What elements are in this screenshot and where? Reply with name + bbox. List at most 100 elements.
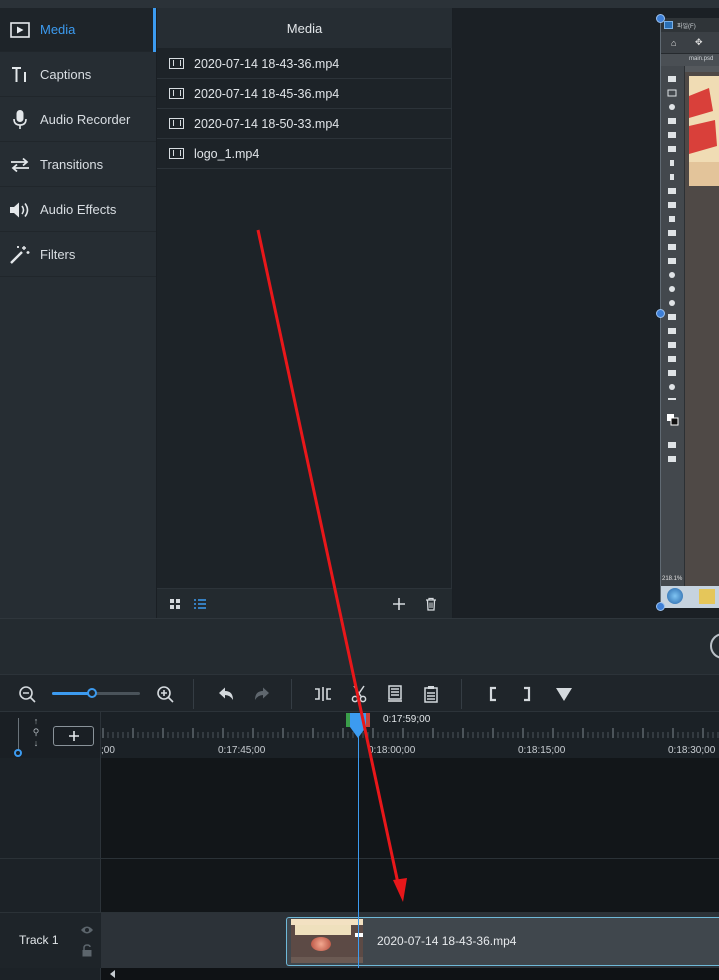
timeline-controls: ↑ ⚲ ↓ xyxy=(0,712,101,758)
timeline-toolbar xyxy=(0,674,719,712)
paste-icon[interactable] xyxy=(420,683,442,705)
zoom-slider-fill xyxy=(52,692,92,695)
media-file-name: logo_1.mp4 xyxy=(194,146,260,161)
sidebar-item-media[interactable]: Media xyxy=(0,8,156,52)
zoom-out-icon[interactable] xyxy=(16,683,38,705)
track-divider xyxy=(0,858,719,859)
toolbar-divider xyxy=(193,679,194,709)
redo-icon[interactable] xyxy=(251,683,273,705)
media-file-item[interactable]: 2020-07-14 18-50-33.mp4 xyxy=(157,109,452,139)
media-file-item[interactable]: logo_1.mp4 xyxy=(157,139,452,169)
add-media-icon[interactable] xyxy=(390,595,408,613)
trash-icon[interactable] xyxy=(422,595,440,613)
zoom-slider-knob[interactable] xyxy=(86,688,97,698)
top-strip xyxy=(0,0,719,8)
track-height-slider[interactable] xyxy=(14,749,22,757)
resize-handle[interactable] xyxy=(656,602,665,611)
grid-view-icon[interactable] xyxy=(166,595,184,613)
playhead-line xyxy=(358,726,359,968)
sidebar-item-filters[interactable]: Filters xyxy=(0,233,156,277)
track-height-icon[interactable]: ↑ ⚲ ↓ xyxy=(30,716,42,749)
folder-icon[interactable] xyxy=(699,589,715,604)
taskbar xyxy=(661,586,719,608)
sidebar-item-label: Filters xyxy=(40,247,76,262)
magic-wand-icon xyxy=(0,245,40,265)
clip-label: 2020-07-14 18-43-36.mp4 xyxy=(377,934,517,948)
sidebar-item-label: Captions xyxy=(40,67,92,82)
media-file-item[interactable]: 2020-07-14 18-43-36.mp4 xyxy=(157,49,452,79)
plus-icon xyxy=(68,731,79,741)
app-options-bar: ⌂ ✥ xyxy=(661,32,719,54)
list-view-icon[interactable] xyxy=(191,595,209,613)
toolbar-divider xyxy=(291,679,292,709)
tools-icons xyxy=(667,76,679,462)
lock-icon[interactable] xyxy=(81,944,93,962)
film-icon xyxy=(169,118,184,129)
horizontal-scrollbar[interactable] xyxy=(101,968,719,980)
film-icon xyxy=(169,88,184,99)
copy-icon[interactable] xyxy=(384,683,406,705)
zoom-slider[interactable] xyxy=(52,688,140,698)
transitions-icon xyxy=(0,157,40,173)
film-icon xyxy=(169,148,184,159)
resize-handle[interactable] xyxy=(656,309,665,318)
captions-icon xyxy=(0,66,40,84)
tools-panel: 218.1% xyxy=(661,66,685,586)
zoom-in-icon[interactable] xyxy=(154,683,176,705)
mark-out-icon[interactable] xyxy=(516,683,538,705)
media-file-name: 2020-07-14 18-45-36.mp4 xyxy=(194,86,340,101)
ruler-label: 0:18:00;00 xyxy=(368,745,416,756)
ruler-label: 0:18:15;00 xyxy=(518,745,566,756)
media-file-name: 2020-07-14 18-43-36.mp4 xyxy=(194,56,340,71)
app-logo-icon xyxy=(664,21,673,29)
sidebar-item-label: Transitions xyxy=(40,157,104,172)
media-file-item[interactable]: 2020-07-14 18-45-36.mp4 xyxy=(157,79,452,109)
playhead-time: 0:17:59;00 xyxy=(383,714,431,725)
sidebar-item-audio-effects[interactable]: Audio Effects xyxy=(0,188,156,232)
track-label: Track 1 xyxy=(19,933,59,947)
media-icon xyxy=(0,21,40,38)
clip-thumbnail xyxy=(291,919,363,963)
sidebar: Media Captions Audio Recorder Transition… xyxy=(0,8,156,618)
scroll-left-icon[interactable] xyxy=(109,970,117,978)
ruler-label: 0:18:30;00 xyxy=(668,745,716,756)
media-panel: Media 2020-07-14 18-43-36.mp4 2020-07-14… xyxy=(157,8,452,618)
ruler-ticks xyxy=(102,728,719,738)
start-button-icon[interactable] xyxy=(667,588,683,604)
sidebar-item-audio-recorder[interactable]: Audio Recorder xyxy=(0,98,156,142)
sidebar-item-label: Audio Recorder xyxy=(40,112,131,127)
media-panel-title: Media xyxy=(157,8,452,48)
resize-handle[interactable] xyxy=(656,14,665,23)
cut-icon[interactable] xyxy=(348,683,370,705)
track-header: Track 1 xyxy=(0,913,101,968)
add-track-button[interactable] xyxy=(53,726,94,746)
timeline-clip[interactable]: 2020-07-14 18-43-36.mp4 xyxy=(286,917,719,966)
speaker-icon xyxy=(0,201,40,219)
undo-icon[interactable] xyxy=(215,683,237,705)
ruler-label: ;00 xyxy=(101,745,115,756)
doc-tab-label: main.psd xyxy=(689,56,714,62)
toolbar-divider xyxy=(461,679,462,709)
menu-text: 파일(F) xyxy=(677,24,696,30)
playback-control-icon[interactable] xyxy=(710,633,719,659)
sidebar-item-captions[interactable]: Captions xyxy=(0,53,156,97)
app-menubar: 파일(F) xyxy=(661,18,719,32)
sidebar-item-label: Media xyxy=(40,22,76,37)
media-file-name: 2020-07-14 18-50-33.mp4 xyxy=(194,116,340,131)
sidebar-item-transitions[interactable]: Transitions xyxy=(0,143,156,187)
playhead-handle[interactable] xyxy=(346,713,370,739)
canvas-poster xyxy=(689,76,719,186)
timeline-ruler[interactable]: ;00 0:17:45;00 0:18:00;00 0:18:15;00 0:1… xyxy=(101,712,719,758)
mark-in-icon[interactable] xyxy=(482,683,504,705)
zoom-readout: 218.1% xyxy=(662,576,683,582)
media-panel-footer xyxy=(157,588,452,618)
doc-tab: main.psd xyxy=(661,54,719,66)
canvas-image xyxy=(685,72,719,586)
split-icon[interactable] xyxy=(312,683,334,705)
canvas-poster-art xyxy=(689,88,719,186)
eye-icon[interactable] xyxy=(80,922,94,940)
ruler-label: 0:17:45;00 xyxy=(218,745,266,756)
film-icon xyxy=(169,58,184,69)
marker-icon[interactable] xyxy=(553,683,575,705)
sidebar-item-label: Audio Effects xyxy=(40,202,117,217)
